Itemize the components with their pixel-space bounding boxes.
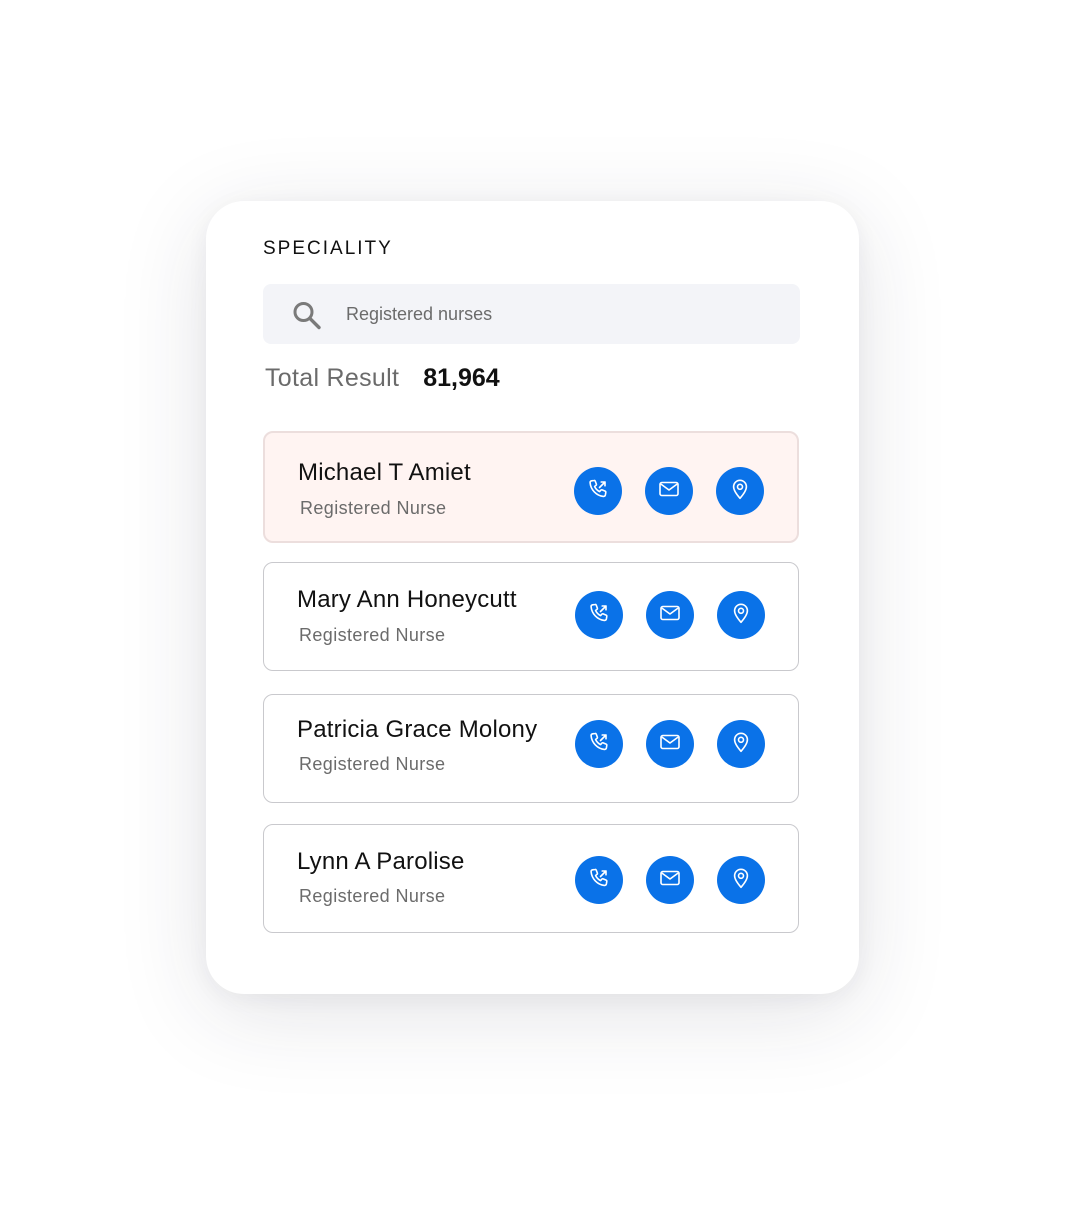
result-role: Registered Nurse [299, 625, 446, 645]
result-role: Registered Nurse [300, 498, 447, 518]
result-card[interactable]: Mary Ann Honeycutt Registered Nurse [263, 562, 799, 671]
location-button[interactable] [717, 591, 765, 639]
email-button[interactable] [645, 467, 693, 515]
location-button[interactable] [717, 720, 765, 768]
search-input[interactable] [346, 284, 776, 344]
result-name: Michael T Amiet [298, 459, 471, 486]
email-button[interactable] [646, 591, 694, 639]
result-actions [575, 591, 765, 639]
phone-icon [587, 866, 611, 895]
email-button[interactable] [646, 720, 694, 768]
result-role: Registered Nurse [299, 754, 446, 774]
location-button[interactable] [717, 856, 765, 904]
result-card[interactable]: Michael T Amiet Registered Nurse [263, 431, 799, 543]
email-button[interactable] [646, 856, 694, 904]
result-role: Registered Nurse [299, 886, 446, 906]
location-pin-icon [728, 477, 752, 506]
phone-icon [586, 477, 610, 506]
mail-icon [657, 477, 681, 506]
panel-heading: SPECIALITY [263, 238, 393, 259]
total-result-value: 81,964 [423, 364, 500, 392]
result-card[interactable]: Lynn A Parolise Registered Nurse [263, 824, 799, 933]
call-button[interactable] [575, 720, 623, 768]
mail-icon [658, 730, 682, 759]
call-button[interactable] [574, 467, 622, 515]
search-icon[interactable] [291, 300, 323, 330]
speciality-panel: SPECIALITY Total Result 81,964 Michael T… [206, 201, 859, 994]
search-box[interactable] [263, 284, 800, 344]
mail-icon [658, 601, 682, 630]
result-name: Mary Ann Honeycutt [297, 586, 517, 613]
call-button[interactable] [575, 591, 623, 639]
mail-icon [658, 866, 682, 895]
result-actions [575, 720, 765, 768]
total-result-label: Total Result [265, 364, 400, 392]
result-name: Lynn A Parolise [297, 848, 465, 875]
result-card[interactable]: Patricia Grace Molony Registered Nurse [263, 694, 799, 803]
location-pin-icon [729, 601, 753, 630]
location-pin-icon [729, 866, 753, 895]
call-button[interactable] [575, 856, 623, 904]
phone-icon [587, 601, 611, 630]
total-result: Total Result 81,964 [265, 364, 500, 398]
location-pin-icon [729, 730, 753, 759]
result-actions [575, 856, 765, 904]
location-button[interactable] [716, 467, 764, 515]
result-actions [574, 467, 764, 515]
phone-icon [587, 730, 611, 759]
result-name: Patricia Grace Molony [297, 716, 538, 743]
